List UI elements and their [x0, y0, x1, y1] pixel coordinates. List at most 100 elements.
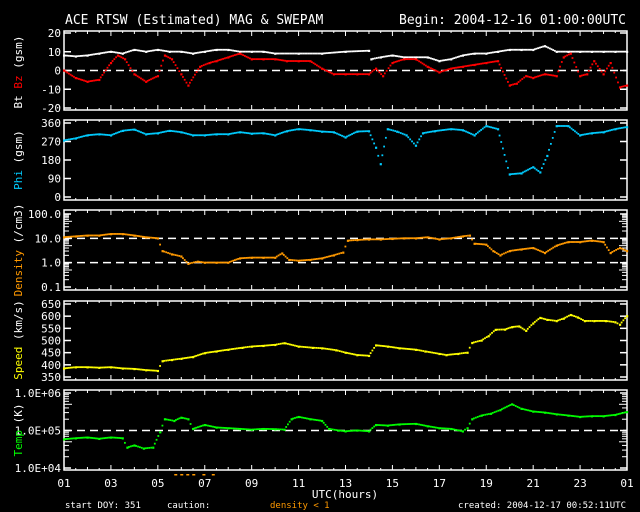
y-tick-label: 270	[41, 136, 61, 149]
data-dot	[416, 237, 419, 239]
data-dot	[577, 133, 580, 135]
x-tick-label: 23	[573, 477, 586, 490]
data-dot	[108, 134, 111, 136]
data-dot	[533, 76, 536, 79]
data-dot	[200, 65, 203, 67]
data-point	[170, 253, 174, 256]
data-dot	[143, 50, 146, 53]
data-dot	[347, 134, 350, 137]
data-dot	[69, 73, 72, 76]
data-dot	[571, 314, 574, 317]
data-dot	[515, 48, 518, 51]
data-dot	[94, 366, 97, 369]
data-point	[626, 250, 629, 253]
data-point	[274, 343, 277, 347]
data-dot	[349, 73, 352, 76]
ylabel-speed: Speed (km/s)	[12, 300, 25, 380]
data-dot	[423, 63, 426, 66]
data-dot	[597, 131, 600, 134]
data-dot	[141, 50, 144, 53]
data-dot	[316, 130, 318, 132]
data-dot	[398, 59, 400, 62]
data-dot	[285, 52, 288, 55]
data-dot	[83, 366, 85, 369]
y-tick-label: 0	[54, 191, 61, 204]
data-dot	[254, 256, 256, 259]
data-dot	[113, 233, 116, 235]
y-tick-label: 500	[41, 335, 61, 348]
data-dot	[64, 438, 67, 441]
data-dot	[445, 237, 447, 240]
data-dot	[79, 136, 82, 138]
data-dot	[512, 48, 514, 51]
data-point	[609, 251, 612, 255]
data-dot	[257, 58, 260, 61]
data-dot	[342, 73, 345, 76]
data-dot	[197, 68, 200, 71]
data-dot	[160, 64, 163, 67]
data-dot	[185, 81, 188, 84]
data-dot	[441, 353, 444, 356]
data-dot	[265, 344, 268, 347]
data-dot	[239, 347, 242, 349]
y-tick-label: 1.0	[41, 257, 61, 270]
data-dot	[290, 259, 292, 261]
data-dot	[419, 61, 422, 64]
data-dot	[78, 136, 80, 139]
data-dot	[446, 237, 449, 240]
data-dot	[620, 126, 623, 129]
data-dot	[565, 50, 568, 53]
data-point	[288, 258, 291, 262]
data-dot	[300, 128, 303, 131]
data-dot	[574, 50, 576, 53]
data-dot	[176, 418, 179, 421]
data-dot	[300, 416, 303, 419]
data-dot	[445, 59, 447, 61]
data-dot	[533, 48, 536, 51]
data-dot	[304, 60, 307, 62]
data-dot	[458, 66, 461, 69]
data-dot	[259, 428, 261, 430]
data-point	[604, 320, 608, 323]
data-dot	[277, 428, 280, 431]
data-dot	[91, 53, 94, 56]
data-dot	[582, 50, 585, 53]
data-dot	[319, 257, 322, 260]
data-dot	[136, 129, 139, 132]
data-dot	[88, 436, 90, 439]
data-dot	[523, 76, 526, 79]
data-dot	[403, 347, 406, 350]
data-dot	[279, 428, 282, 431]
data-dot	[620, 247, 623, 250]
data-dot	[140, 235, 142, 238]
data-dot	[448, 237, 451, 240]
data-dot	[383, 424, 386, 427]
data-dot	[340, 350, 343, 353]
data-dot	[106, 134, 109, 136]
data-dot	[131, 444, 134, 447]
data-dot	[374, 238, 377, 241]
data-dot	[597, 240, 600, 243]
data-dot	[422, 350, 425, 352]
data-dot	[83, 234, 85, 237]
data-point	[374, 146, 378, 149]
data-dot	[135, 74, 137, 77]
data-dot	[228, 55, 231, 58]
data-dot	[537, 411, 539, 413]
data-dot	[292, 52, 295, 55]
data-dot	[501, 253, 504, 256]
data-dot	[548, 412, 551, 415]
data-dot	[622, 248, 625, 251]
y-tick-label: 180	[41, 154, 61, 167]
data-dot	[315, 346, 318, 349]
data-dot	[418, 60, 421, 63]
data-dot	[150, 49, 152, 52]
data-dot	[198, 134, 201, 137]
data-dot	[481, 127, 484, 130]
data-dot	[558, 125, 561, 127]
data-dot	[272, 134, 275, 136]
data-dot	[118, 367, 121, 369]
data-dot	[395, 346, 397, 349]
data-dot	[366, 354, 369, 357]
data-dot	[287, 423, 289, 426]
